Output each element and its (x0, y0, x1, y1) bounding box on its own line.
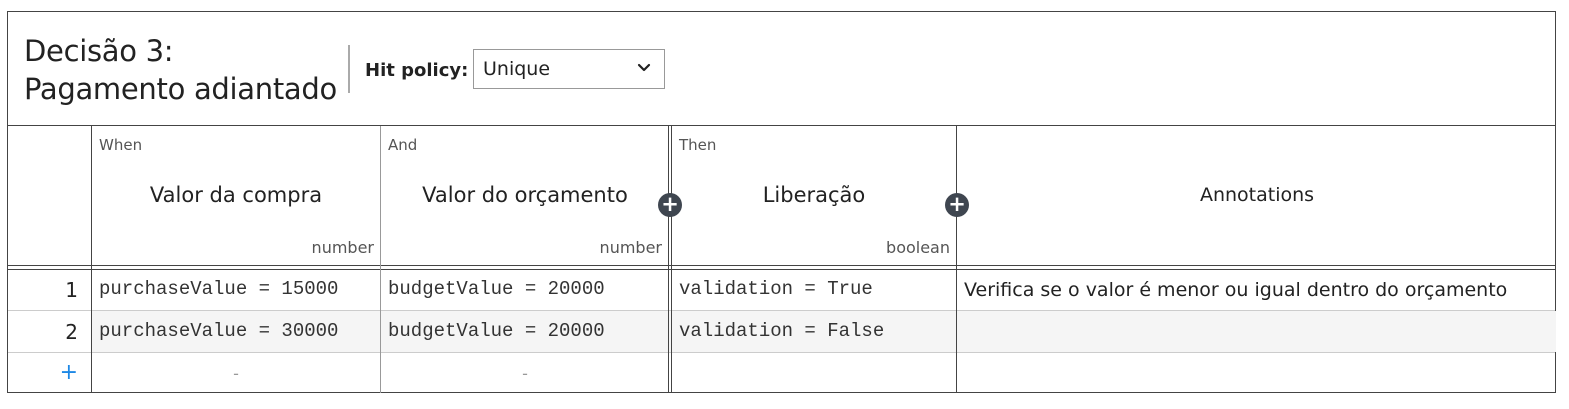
output-column-header[interactable]: Liberação (672, 183, 956, 207)
new-row-placeholder[interactable]: - (92, 364, 380, 383)
input-cell[interactable]: purchaseValue = 15000 (99, 278, 338, 300)
add-input-column-button[interactable]: + (658, 193, 682, 217)
add-row-button[interactable]: + (8, 360, 92, 385)
column-divider (91, 126, 92, 393)
row-divider (8, 310, 1555, 311)
clause-label-when: When (99, 136, 143, 154)
annotation-cell[interactable]: Verifica se o valor é menor ou igual den… (964, 279, 1507, 301)
decision-table: When Valor da compra number And Valor do… (8, 126, 1556, 393)
column-divider (668, 126, 669, 393)
hit-policy-select[interactable]: Unique (473, 49, 665, 89)
clause-label-then: Then (679, 136, 717, 154)
header-separator (348, 45, 350, 93)
row-number: 2 (65, 320, 78, 344)
hit-policy-value: Unique (483, 58, 551, 80)
input-column-header[interactable]: Valor da compra (92, 183, 380, 207)
output-cell[interactable]: validation = False (679, 320, 884, 342)
column-type-label: number (599, 238, 662, 257)
header-divider-double (8, 269, 1555, 270)
hit-policy-label: Hit policy: (365, 60, 469, 81)
decision-title-line1: Decisão 3: (24, 34, 174, 68)
column-type-label: number (311, 238, 374, 257)
header-divider (8, 265, 1555, 266)
decision-title-line2: Pagamento adiantado (24, 72, 337, 106)
decision-table-editor: Decisão 3: Pagamento adiantado Hit polic… (7, 11, 1556, 393)
new-row-placeholder[interactable]: - (381, 364, 669, 383)
column-divider (956, 126, 957, 393)
input-column-header[interactable]: Valor do orçamento (381, 183, 669, 207)
decision-header: Decisão 3: Pagamento adiantado Hit polic… (8, 12, 1555, 126)
add-output-column-button[interactable]: + (945, 193, 969, 217)
input-cell[interactable]: budgetValue = 20000 (388, 278, 605, 300)
row-number: 1 (65, 278, 78, 302)
output-cell[interactable]: validation = True (679, 278, 873, 300)
input-cell[interactable]: budgetValue = 20000 (388, 320, 605, 342)
decision-title[interactable]: Decisão 3: Pagamento adiantado (24, 32, 337, 108)
input-output-divider (671, 126, 672, 393)
row-divider (8, 352, 1555, 353)
column-type-label: boolean (886, 238, 950, 257)
chevron-down-icon (637, 63, 651, 72)
clause-label-and: And (388, 136, 418, 154)
annotations-column-header: Annotations (1199, 184, 1315, 206)
column-divider (380, 126, 381, 393)
input-cell[interactable]: purchaseValue = 30000 (99, 320, 338, 342)
